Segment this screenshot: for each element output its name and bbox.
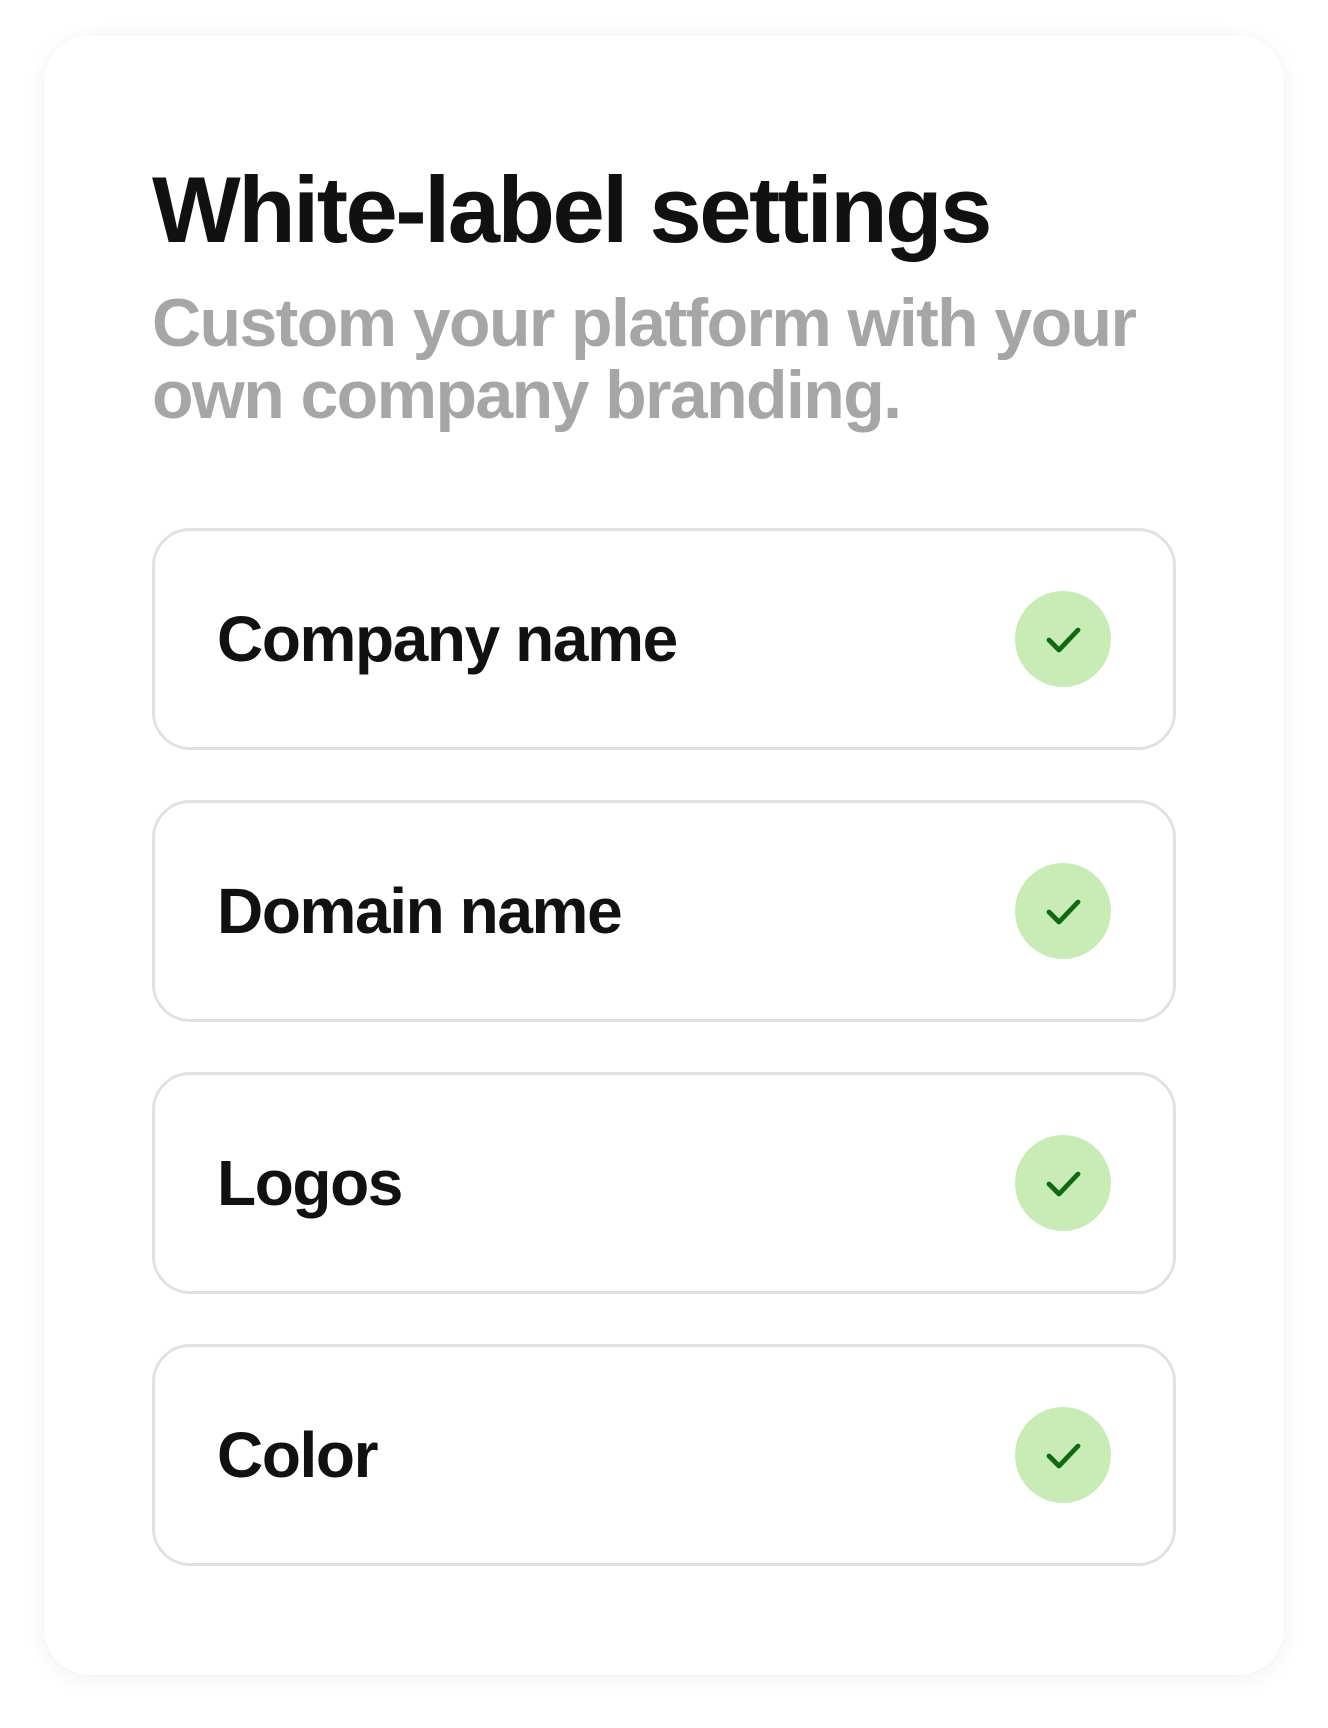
setting-item-label: Color [217, 1419, 379, 1491]
page-subtitle: Custom your platform with your own compa… [152, 285, 1137, 433]
check-icon [1015, 1135, 1111, 1231]
setting-item-label: Company name [217, 603, 678, 675]
check-icon [1015, 863, 1111, 959]
setting-item-company-name[interactable]: Company name [152, 528, 1176, 750]
white-label-settings-card: White-label settings Custom your platfor… [44, 35, 1284, 1675]
page-title: White-label settings [152, 157, 992, 262]
check-icon [1015, 591, 1111, 687]
settings-list: Company name Domain name Logos Color [152, 528, 1176, 1566]
setting-item-label: Domain name [217, 875, 623, 947]
setting-item-label: Logos [217, 1147, 403, 1219]
setting-item-domain-name[interactable]: Domain name [152, 800, 1176, 1022]
setting-item-logos[interactable]: Logos [152, 1072, 1176, 1294]
setting-item-color[interactable]: Color [152, 1344, 1176, 1566]
check-icon [1015, 1407, 1111, 1503]
